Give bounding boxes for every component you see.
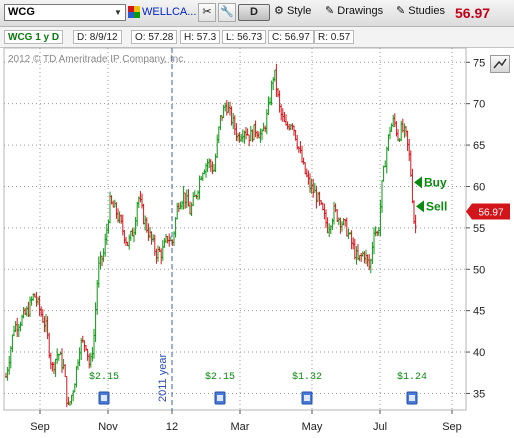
y-tick-label: 60 [473,181,485,193]
y-tick-label: 65 [473,140,485,152]
dividend-icon-inner [217,395,223,401]
y-tick-label: 35 [473,388,485,400]
x-tick-label: Jul [373,421,387,433]
x-tick-label: Sep [442,421,462,433]
plot-frame [3,47,467,411]
dividend-label: $2.15 [89,371,119,383]
y-tick-label: 70 [473,99,485,111]
chart-grid [3,47,467,411]
dividend-label: $2.15 [205,371,235,383]
buy-signal-label: Buy [424,175,447,189]
dividend-markers: $2.15 $2.15 $1.32 $1.24 [89,371,427,405]
dividend-icon-inner [304,395,310,401]
dividend-icon-inner [409,395,415,401]
y-tick-label: 75 [473,57,485,69]
x-tick-label: May [302,421,323,433]
dividend-icon-inner [101,395,107,401]
dividend-label: $1.24 [397,371,427,383]
x-tick-label: Mar [231,421,250,433]
price-chart[interactable]: 2012 © TD Ameritrade IP Company, Inc. 35… [0,0,514,438]
y-tick-label: 45 [473,306,485,318]
year-marker-label: 2011 year [157,354,169,402]
ohlc-bars [5,63,417,408]
x-tick-label: Nov [98,421,118,433]
x-tick-label: 12 [166,421,178,433]
watermark: 2012 © TD Ameritrade IP Company, Inc. [8,54,186,65]
y-tick-label: 40 [473,347,485,359]
sell-arrow-icon [416,200,424,213]
buy-arrow-icon [414,176,422,189]
y-tick-label: 50 [473,264,485,276]
dividend-label: $1.32 [292,371,322,383]
last-price-label: 56.97 [478,208,503,219]
x-tick-label: Sep [30,421,50,433]
signal-markers: Buy Sell [414,175,447,213]
y-tick-label: 55 [473,223,485,235]
sell-signal-label: Sell [426,199,447,213]
